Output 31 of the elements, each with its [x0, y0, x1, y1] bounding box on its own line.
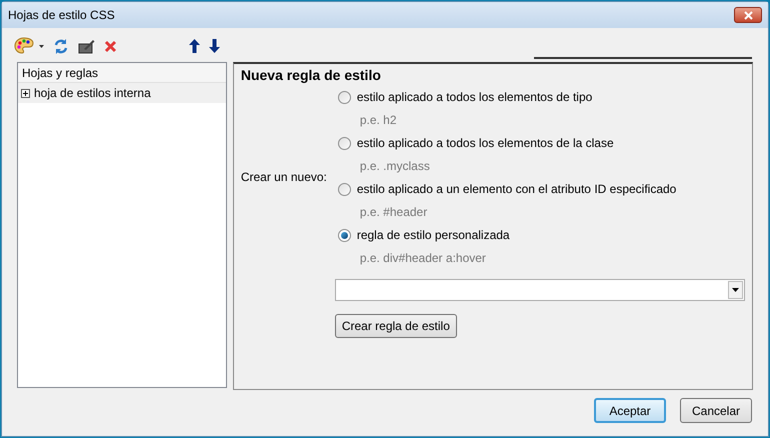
edit-icon[interactable]: [78, 38, 95, 54]
refresh-icon[interactable]: [53, 38, 69, 54]
delete-icon[interactable]: [104, 40, 117, 52]
radio-button[interactable]: [338, 90, 351, 104]
example-text: p.e. div#header a:hover: [358, 250, 487, 267]
radio-label[interactable]: estilo aplicado a todos los elementos de la clase: [356, 134, 614, 152]
dialog-button[interactable]: Aceptar: [594, 398, 666, 423]
tree-item[interactable]: hoja de estilos interna: [18, 83, 226, 103]
example-text: p.e. #header: [358, 204, 428, 221]
dialog-button[interactable]: Cancelar: [680, 398, 752, 423]
radio-button[interactable]: [338, 182, 351, 196]
radio-label[interactable]: regla de estilo personalizada: [356, 226, 510, 244]
arrow-up-icon[interactable]: [189, 39, 200, 53]
radio-button[interactable]: [338, 228, 351, 242]
radio-label[interactable]: estilo aplicado a un elemento con el atributo ID especificado: [356, 180, 676, 198]
caret-icon[interactable]: [39, 44, 44, 48]
arrow-down-icon[interactable]: [209, 39, 220, 53]
radio-button[interactable]: [338, 136, 351, 150]
create-rule-button[interactable]: Crear regla de estilo: [334, 314, 457, 338]
example-text: p.e. h2: [358, 112, 398, 129]
panel-title: Nueva regla de estilo: [240, 66, 382, 85]
create-label: Crear un nuevo:: [240, 169, 327, 186]
example-text: p.e. .myclass: [358, 158, 431, 175]
close-button[interactable]: [734, 7, 762, 23]
close-icon: [744, 10, 752, 20]
tree-header: Hojas y reglas: [18, 63, 226, 83]
window-title: Hojas de estilo CSS: [8, 7, 115, 24]
radio-label[interactable]: estilo aplicado a todos los elementos de tipo: [356, 88, 592, 106]
expand-icon[interactable]: [21, 88, 30, 98]
tree-item-label: hoja de estilos interna: [34, 85, 151, 102]
palette-icon[interactable]: [14, 37, 34, 55]
